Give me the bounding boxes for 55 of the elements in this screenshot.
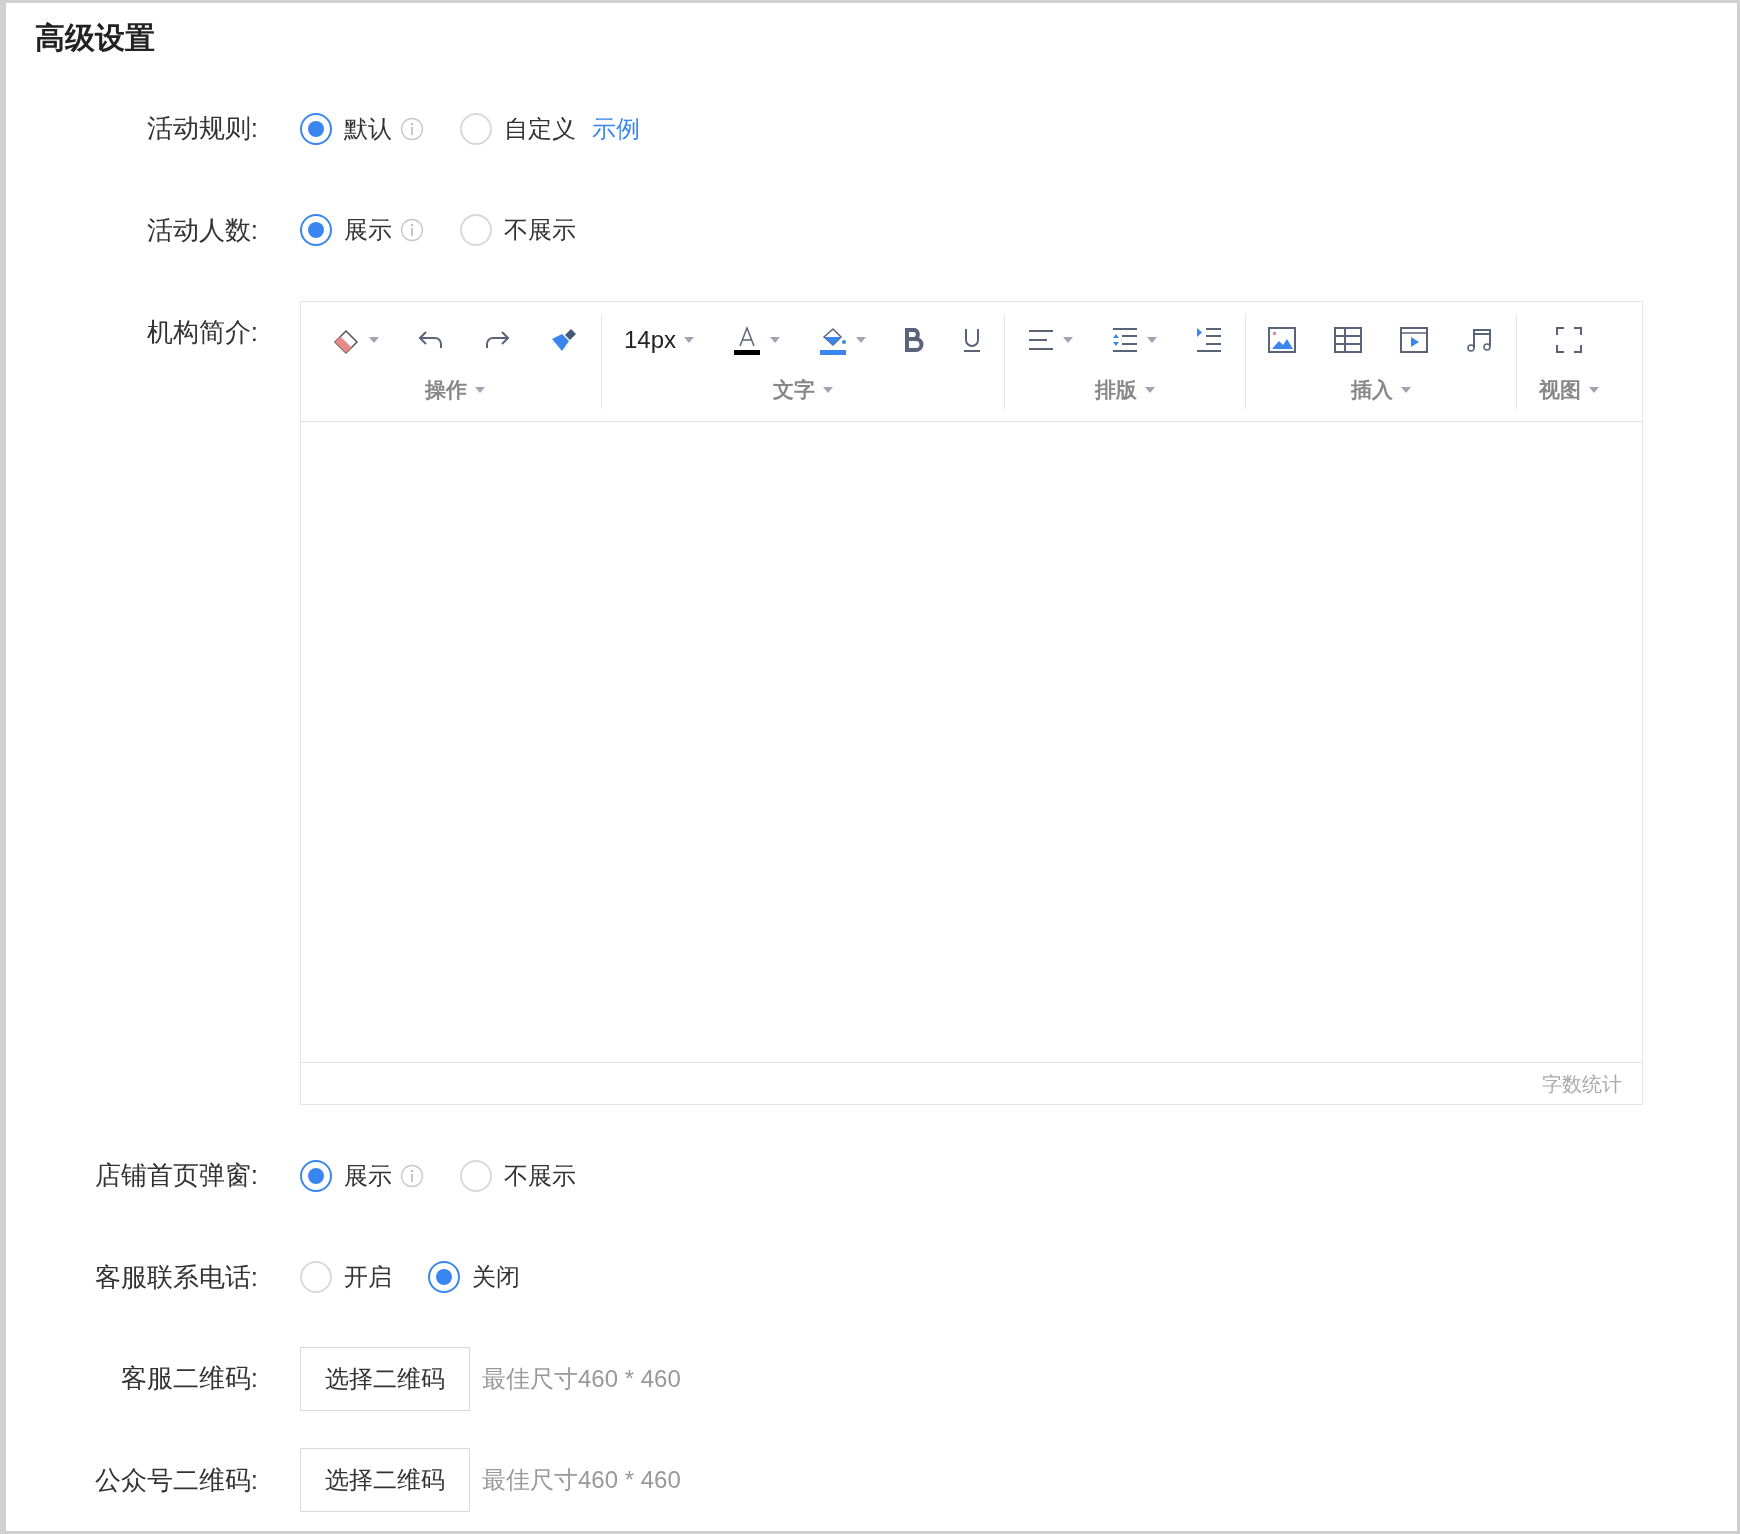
radio-option[interactable]: 关闭	[428, 1259, 520, 1296]
radio-option[interactable]: 不展示	[460, 1157, 576, 1194]
caret-icon	[1145, 386, 1156, 393]
line-height-icon[interactable]	[1111, 326, 1140, 353]
field-label: 机构简介:	[146, 316, 258, 349]
size-hint: 最佳尺寸460 * 460	[482, 1363, 681, 1394]
caret-icon	[1401, 386, 1412, 393]
field-label: 公众号二维码:	[94, 1463, 258, 1497]
toolbar-group-menu[interactable]: 操作	[425, 373, 485, 406]
word-count: 字数统计	[1542, 1071, 1622, 1097]
caret-icon	[1063, 336, 1074, 343]
fullscreen-icon[interactable]	[1555, 325, 1584, 354]
info-icon	[400, 116, 424, 141]
field-label: 客服联系电话:	[94, 1260, 258, 1294]
radio-option[interactable]: 默认	[300, 110, 392, 147]
size-hint: 最佳尺寸460 * 460	[482, 1465, 681, 1496]
caret-icon	[684, 336, 695, 343]
info-icon	[400, 218, 424, 243]
caret-icon	[1589, 386, 1600, 393]
radio-button[interactable]	[300, 1159, 332, 1192]
section-title: 高级设置	[35, 20, 156, 56]
radio-option[interactable]: 开启	[300, 1259, 392, 1296]
field-label: 客服二维码:	[120, 1362, 258, 1396]
toolbar-group-menu[interactable]: 文字	[773, 373, 833, 406]
radio-option[interactable]: 展示	[300, 1157, 392, 1194]
caret-icon	[856, 336, 867, 343]
caret-icon	[823, 386, 833, 393]
radio-button[interactable]	[300, 112, 332, 145]
video-icon[interactable]	[1400, 326, 1429, 353]
caret-icon	[770, 336, 781, 343]
toolbar-group-menu[interactable]: 插入	[1351, 373, 1412, 406]
field-label: 店铺首页弹窗:	[94, 1159, 258, 1193]
font-size-select[interactable]: 14px	[624, 321, 677, 358]
align-icon[interactable]	[1027, 327, 1056, 352]
radio-option[interactable]: 自定义	[460, 110, 576, 147]
toolbar-group-menu[interactable]: 视图	[1539, 373, 1600, 406]
field-label: 活动人数:	[146, 213, 258, 247]
underline-icon[interactable]	[962, 326, 983, 353]
radio-option[interactable]: 不展示	[460, 212, 576, 249]
caret-icon	[475, 386, 485, 393]
indent-icon[interactable]	[1195, 326, 1224, 353]
table-icon[interactable]	[1334, 326, 1363, 353]
toolbar-group-menu[interactable]: 排版	[1095, 373, 1156, 406]
caret-icon	[1147, 336, 1158, 343]
select-qr-code-button[interactable]: 选择二维码	[300, 1346, 470, 1411]
bold-icon[interactable]	[904, 327, 925, 352]
radio-button[interactable]	[300, 214, 332, 247]
radio-option[interactable]: 展示	[300, 212, 392, 249]
field-label: 活动规则:	[146, 112, 258, 146]
radio-button[interactable]	[428, 1261, 460, 1294]
select-qr-code-button[interactable]: 选择二维码	[300, 1448, 470, 1513]
image-icon[interactable]	[1268, 326, 1297, 353]
example-link[interactable]: 示例	[592, 110, 640, 147]
caret-icon	[369, 336, 379, 343]
info-icon	[400, 1163, 424, 1188]
